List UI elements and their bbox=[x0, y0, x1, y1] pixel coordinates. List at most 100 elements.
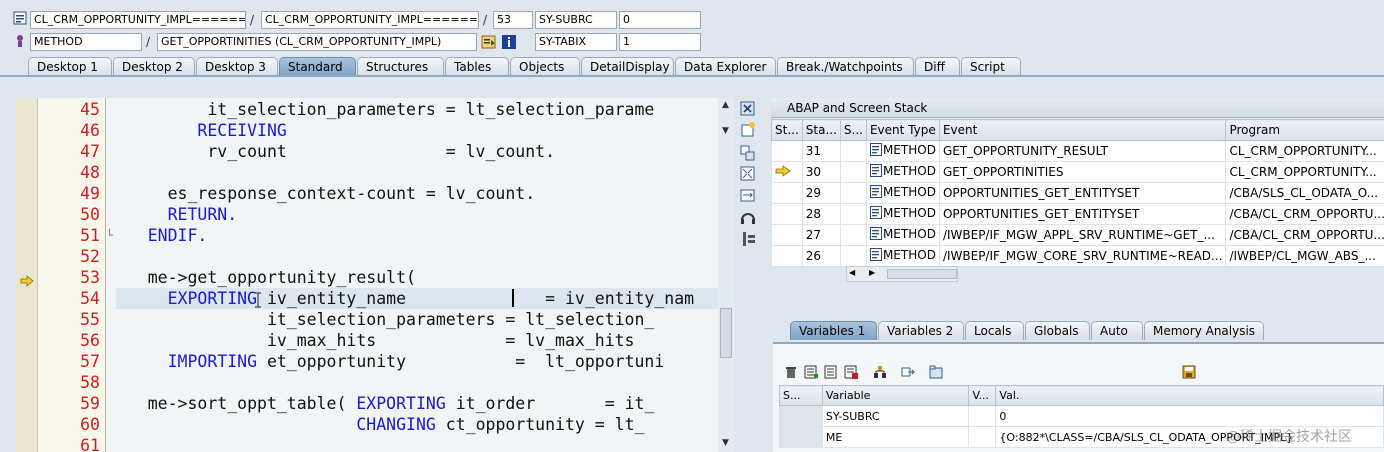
stack-level-cell[interactable]: 31 bbox=[801, 140, 841, 162]
event-name-field[interactable]: GET_OPPORTINITIES (CL_CRM_OPPORTUNITY_IM… bbox=[157, 33, 477, 51]
code-line[interactable]: 57 IMPORTING et_opportunity = lt_opportu… bbox=[16, 351, 734, 372]
code-line[interactable]: 56 iv_max_hits = lv_max_hits bbox=[16, 330, 734, 351]
stack-level-cell[interactable]: 29 bbox=[801, 182, 841, 204]
tab-locals[interactable]: Locals bbox=[965, 321, 1024, 340]
save-icon[interactable] bbox=[1181, 364, 1197, 380]
stack-source-cell[interactable] bbox=[839, 140, 867, 162]
stack-status-cell[interactable] bbox=[771, 245, 803, 267]
line-number-field[interactable]: 53 bbox=[493, 11, 533, 29]
table-row[interactable]: 29 METHOD OPPORTUNITIES_GET_ENTITYSET/CBA/… bbox=[771, 182, 1384, 204]
stack-level-cell[interactable]: 27 bbox=[801, 224, 841, 246]
services-icon[interactable] bbox=[739, 208, 757, 226]
column-header[interactable]: Val. bbox=[995, 385, 1384, 406]
detail-list-icon[interactable] bbox=[823, 364, 839, 380]
tab-memory-analysis[interactable]: Memory Analysis bbox=[1144, 321, 1264, 340]
event-cell[interactable]: GET_OPPORTUNITY_RESULT bbox=[938, 140, 1227, 162]
column-header[interactable]: Sta... bbox=[801, 119, 841, 141]
code-line[interactable]: 46 RECEIVING bbox=[16, 120, 734, 141]
column-header[interactable]: S... bbox=[779, 385, 823, 406]
delete-icon[interactable] bbox=[783, 364, 799, 380]
program-cell[interactable]: CL_CRM_OPPORTUNITY... bbox=[1225, 161, 1384, 183]
stack-status-cell[interactable] bbox=[771, 203, 803, 225]
tab-objects[interactable]: Objects bbox=[510, 57, 580, 76]
program-field[interactable]: CL_CRM_OPPORTUNITY_IMPL======... bbox=[30, 11, 246, 29]
event-type-field[interactable]: METHOD bbox=[30, 33, 142, 51]
variable-type-cell[interactable] bbox=[968, 426, 997, 448]
scroll-thumb[interactable] bbox=[887, 269, 957, 279]
column-header[interactable]: Variable bbox=[821, 385, 970, 406]
event-type-cell[interactable]: METHOD bbox=[865, 245, 940, 267]
tab-variables-1[interactable]: Variables 1 bbox=[790, 321, 877, 340]
program-cell[interactable]: CL_CRM_OPPORTUNITY... bbox=[1225, 140, 1384, 162]
stack-source-cell[interactable] bbox=[839, 161, 867, 183]
settings-icon[interactable] bbox=[739, 230, 757, 248]
event-cell[interactable]: GET_OPPORTINITIES bbox=[938, 161, 1227, 183]
code-line[interactable]: 59 me->sort_oppt_table( EXPORTING it_ord… bbox=[16, 393, 734, 414]
code-line[interactable]: 55 it_selection_parameters = lt_selectio… bbox=[16, 309, 734, 330]
scroll-right-icon[interactable]: ▶ bbox=[869, 268, 875, 277]
row-selector[interactable] bbox=[779, 405, 823, 427]
event-type-cell[interactable]: METHOD bbox=[865, 140, 940, 162]
scroll-left-icon[interactable]: ◀ bbox=[849, 268, 855, 277]
transfer-icon[interactable] bbox=[900, 364, 916, 380]
variable-name-cell[interactable]: SY-SUBRC bbox=[821, 405, 970, 427]
event-cell[interactable]: /IWBEP/IF_MGW_CORE_SRV_RUNTIME~READ... bbox=[938, 245, 1227, 267]
list-icon[interactable] bbox=[803, 364, 819, 380]
code-line[interactable]: 60 CHANGING ct_opportunity = lt_ bbox=[16, 414, 734, 435]
event-cell[interactable]: OPPORTUNITIES_GET_ENTITYSET bbox=[938, 203, 1227, 225]
tab-desktop-3[interactable]: Desktop 3 bbox=[196, 57, 278, 76]
program-cell[interactable]: /CBA/CL_CRM_OPPORTU... bbox=[1225, 203, 1384, 225]
include-field[interactable]: CL_CRM_OPPORTUNITY_IMPL======... bbox=[261, 11, 479, 29]
tab-standard[interactable]: Standard bbox=[279, 57, 356, 76]
stack-source-cell[interactable] bbox=[839, 182, 867, 204]
tab-variables-2[interactable]: Variables 2 bbox=[878, 321, 964, 340]
event-type-cell[interactable]: METHOD bbox=[865, 161, 940, 183]
column-header[interactable]: Event Type bbox=[865, 119, 940, 141]
code-line[interactable]: 54 EXPORTING iv_entity_name = iv_entity_… bbox=[16, 288, 734, 309]
maximize-icon[interactable] bbox=[739, 165, 757, 183]
tab-diff[interactable]: Diff bbox=[915, 57, 960, 76]
table-row[interactable]: SY-SUBRC 0 bbox=[779, 405, 1384, 427]
code-line[interactable]: 53 me->get_opportunity_result( bbox=[16, 267, 734, 288]
stack-status-cell[interactable] bbox=[771, 140, 803, 162]
event-type-cell[interactable]: METHOD bbox=[865, 203, 940, 225]
source-code-editor[interactable]: 45 it_selection_parameters = lt_selectio… bbox=[16, 98, 734, 452]
tab-detail-display[interactable]: DetailDisplay bbox=[581, 57, 674, 76]
stack-source-cell[interactable] bbox=[839, 224, 867, 246]
stack-level-cell[interactable]: 26 bbox=[801, 245, 841, 267]
stack-status-cell[interactable] bbox=[771, 224, 803, 246]
new-tool-icon[interactable] bbox=[739, 121, 757, 139]
tab-script[interactable]: Script bbox=[961, 57, 1021, 76]
stack-level-cell[interactable]: 30 bbox=[801, 161, 841, 183]
variable-value-cell[interactable]: 0 bbox=[995, 405, 1384, 427]
program-cell[interactable]: /IWBEP/CL_MGW_ABS_... bbox=[1225, 245, 1384, 267]
tab-auto[interactable]: Auto bbox=[1091, 321, 1143, 340]
folder-icon[interactable] bbox=[928, 364, 944, 380]
program-cell[interactable]: /CBA/SLS_CL_ODATA_O... bbox=[1225, 182, 1384, 204]
var2-name-field[interactable]: SY-TABIX bbox=[535, 33, 617, 51]
close-icon[interactable] bbox=[739, 100, 757, 118]
event-cell[interactable]: OPPORTUNITIES_GET_ENTITYSET bbox=[938, 182, 1227, 204]
code-line[interactable]: 51 └ ENDIF. bbox=[16, 225, 734, 246]
tab-tables[interactable]: Tables bbox=[445, 57, 509, 76]
code-line[interactable]: 52 bbox=[16, 246, 734, 267]
column-header[interactable]: S... bbox=[839, 119, 867, 141]
tab-structures[interactable]: Structures bbox=[357, 57, 444, 76]
program-cell[interactable]: /CBA/CL_CRM_OPPORTU... bbox=[1225, 224, 1384, 246]
table-row[interactable]: 28 METHOD OPPORTUNITIES_GET_ENTITYSET/CBA/… bbox=[771, 203, 1384, 225]
swap-tool-icon[interactable] bbox=[739, 144, 757, 162]
code-line[interactable]: 50 RETURN. bbox=[16, 204, 734, 225]
editor-vertical-scrollbar[interactable]: ▲ ▼ ▼ bbox=[718, 98, 734, 452]
navigate-icon[interactable] bbox=[481, 34, 497, 50]
table-row[interactable]: 27 METHOD/IWBEP/IF_MGW_APPL_SRV_RUNTIME~G… bbox=[771, 224, 1384, 246]
table-row[interactable]: 30 METHOD GET_OPPORTINITIES CL_CRM_OPPORTUN… bbox=[771, 161, 1384, 183]
scroll-thumb[interactable] bbox=[720, 308, 732, 358]
code-line[interactable]: 45 it_selection_parameters = lt_selectio… bbox=[16, 99, 734, 120]
layout-icon[interactable] bbox=[739, 187, 757, 205]
stack-level-cell[interactable]: 28 bbox=[801, 203, 841, 225]
scroll-down-icon[interactable]: ▼ bbox=[722, 438, 729, 448]
table-row[interactable]: 31 METHOD GET_OPPORTUNITY_RESULT CL_CRM_OPP… bbox=[771, 140, 1384, 162]
export-list-icon[interactable] bbox=[843, 364, 859, 380]
variable-type-cell[interactable] bbox=[968, 405, 997, 427]
code-line[interactable]: 47 rv_count = lv_count. bbox=[16, 141, 734, 162]
